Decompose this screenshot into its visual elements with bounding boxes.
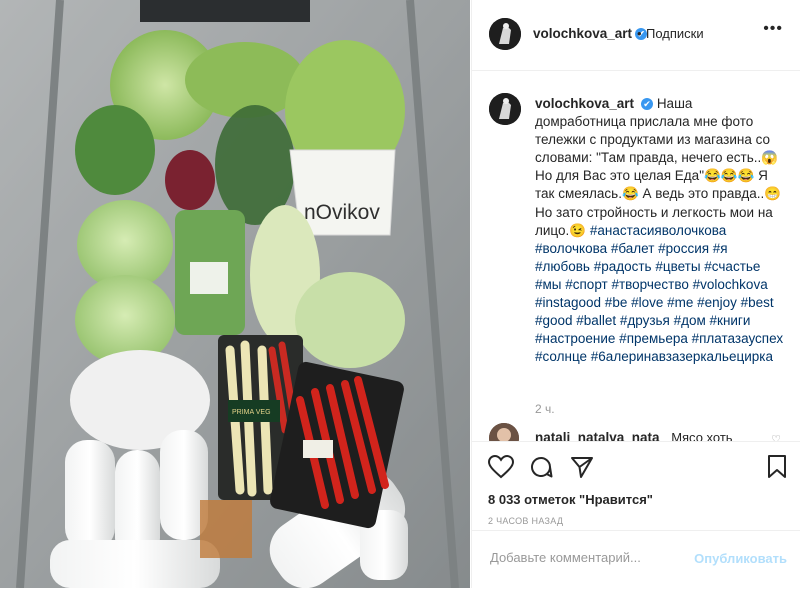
- post-header: volochkova_art ✔ • Подписки •••: [472, 0, 800, 71]
- avatar-image: [489, 423, 519, 441]
- share-icon[interactable]: [570, 455, 594, 484]
- caption-time: 2 ч.: [535, 402, 555, 416]
- header-username-text[interactable]: volochkova_art: [533, 26, 632, 41]
- comment-item: natali_natalva_nata Мясо хоть: [535, 430, 733, 441]
- caption: volochkova_art ✔ Наша домработница присла…: [535, 95, 785, 366]
- comment-input[interactable]: [488, 549, 692, 566]
- post-photo[interactable]: nOvikov PRIMA VEG: [0, 0, 470, 588]
- likes-count[interactable]: 8 033 отметок "Нравится": [488, 492, 653, 507]
- caption-text: Наша домработница прислала мне фото теле…: [535, 96, 782, 238]
- post-timestamp: 2 ЧАСОВ НАЗАД: [488, 516, 564, 526]
- header-username[interactable]: volochkova_art ✔: [533, 26, 648, 41]
- comments-area[interactable]: volochkova_art ✔ Наша домработница присла…: [472, 71, 800, 441]
- tray-sticker-label: PRIMA VEG: [232, 409, 271, 416]
- header-separator: •: [637, 26, 642, 41]
- avatar-image: [489, 93, 521, 125]
- caption-avatar[interactable]: [489, 93, 521, 125]
- heart-icon[interactable]: [487, 454, 515, 484]
- comment-icon[interactable]: [529, 455, 553, 484]
- comment-like-icon[interactable]: ♡: [771, 433, 781, 441]
- verified-badge-icon: ✔: [641, 98, 654, 111]
- add-comment-bar: Опубликовать: [472, 530, 800, 589]
- action-bar: 8 033 отметок "Нравится" 2 ЧАСОВ НАЗАД: [472, 441, 800, 530]
- avatar-image: [489, 18, 521, 50]
- comment-username[interactable]: natali_natalva_nata: [535, 430, 660, 441]
- comment-text: Мясо хоть: [671, 430, 733, 441]
- bookmark-icon[interactable]: [767, 455, 787, 484]
- following-button[interactable]: Подписки: [646, 26, 704, 41]
- caption-username[interactable]: volochkova_art: [535, 96, 634, 111]
- post-comment-button[interactable]: Опубликовать: [694, 551, 787, 566]
- more-icon[interactable]: •••: [763, 20, 783, 38]
- caption-hashtags[interactable]: #анастасияволочкова #волочкова #балет #р…: [535, 223, 783, 365]
- comment-avatar[interactable]: [489, 423, 519, 441]
- shopping-cart-photo: nOvikov PRIMA VEG: [0, 0, 470, 588]
- avatar[interactable]: [489, 18, 521, 50]
- bag-label: nOvikov: [304, 201, 380, 224]
- post-sidebar: volochkova_art ✔ • Подписки ••• volochkov…: [471, 0, 800, 588]
